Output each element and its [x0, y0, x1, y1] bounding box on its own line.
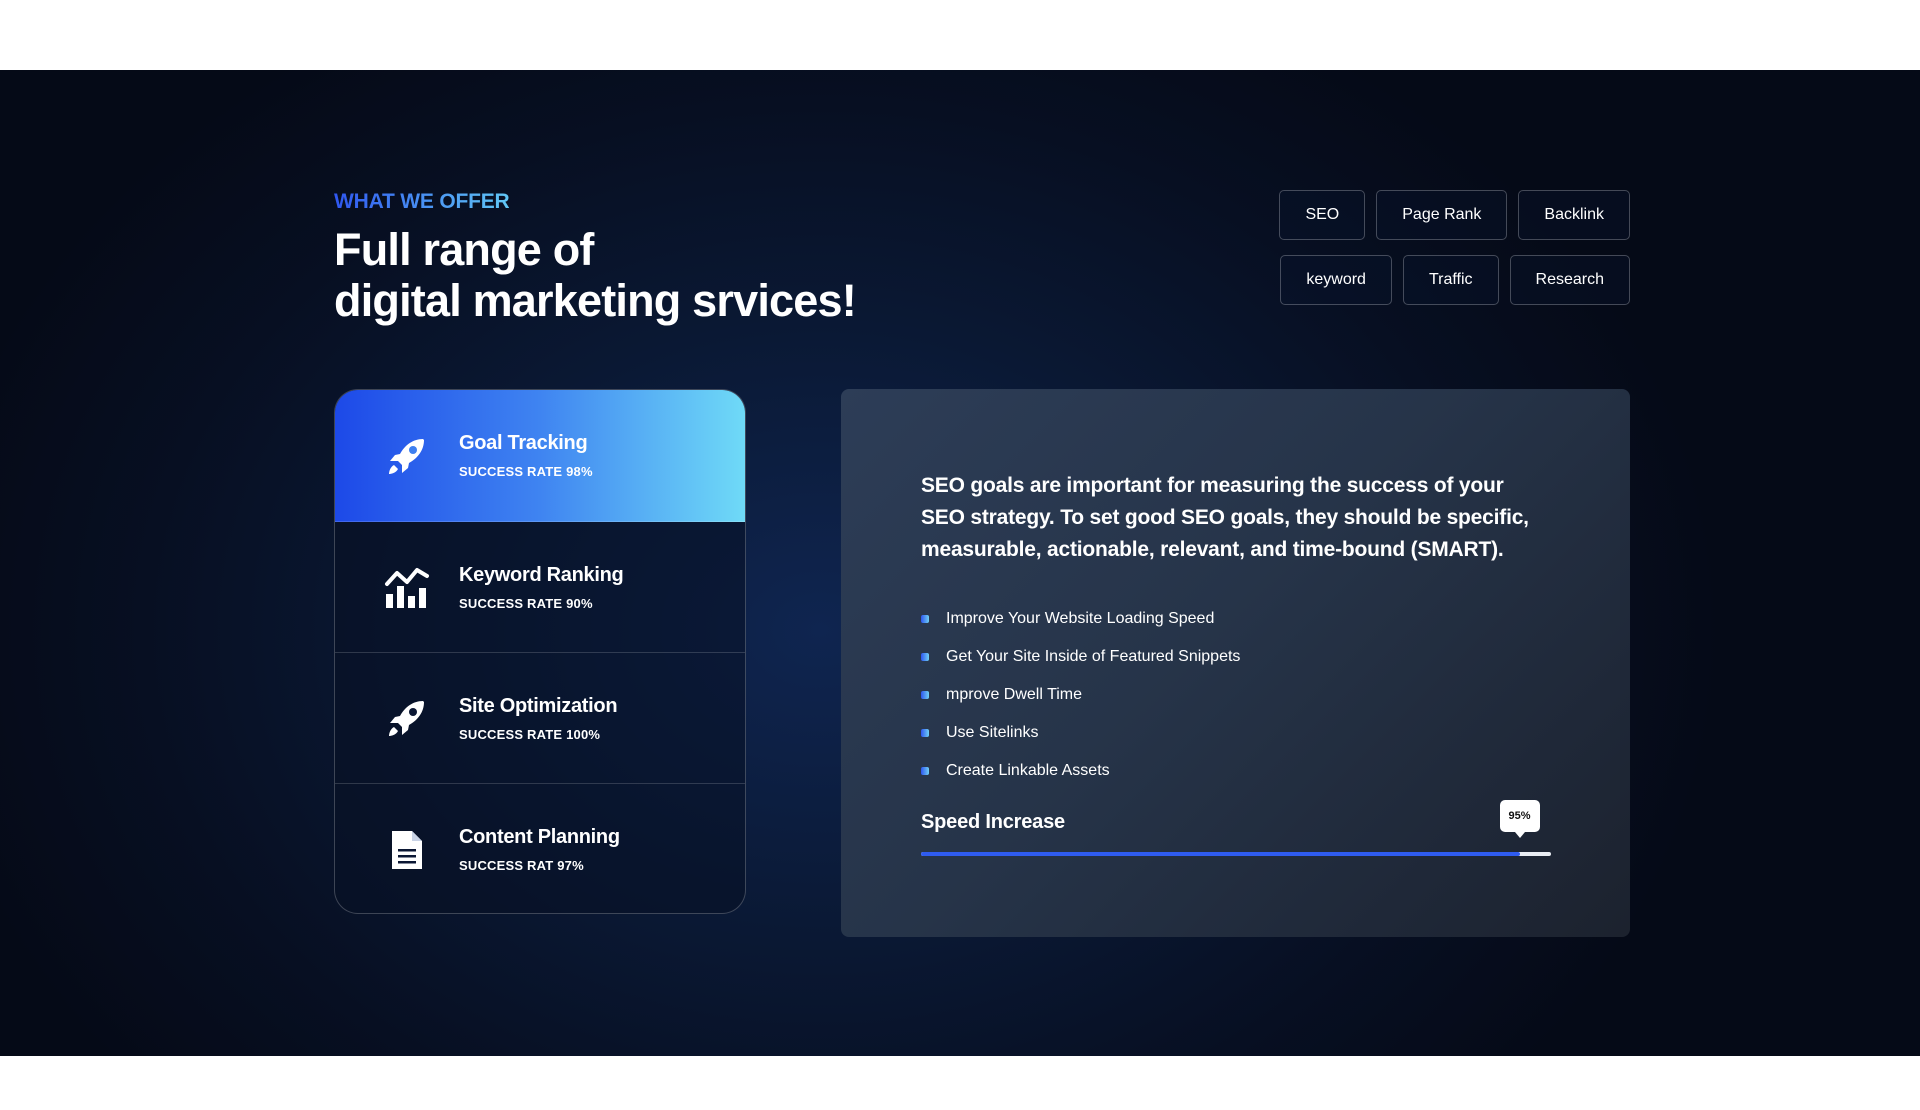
list-item: Get Your Site Inside of Featured Snippet…	[921, 638, 1240, 676]
section-title-line-1: Full range of	[334, 224, 594, 275]
progress-percent-badge: 95%	[1499, 800, 1540, 838]
service-title: Site Optimization	[459, 694, 618, 717]
list-item-label: Improve Your Website Loading Speed	[946, 610, 1215, 627]
bullet-icon	[921, 767, 929, 775]
list-item: mprove Dwell Time	[921, 676, 1240, 714]
list-item: Use Sitelinks	[921, 714, 1240, 752]
bullet-icon	[921, 653, 929, 661]
progress-track: 95%	[921, 800, 1551, 856]
service-title: Goal Tracking	[459, 432, 588, 454]
tag-traffic[interactable]: Traffic	[1402, 255, 1499, 305]
list-item-label: Create Linkable Assets	[946, 762, 1110, 779]
bullet-icon	[921, 615, 929, 623]
list-item: Improve Your Website Loading Speed	[921, 600, 1240, 638]
tag-page-rank[interactable]: Page Rank	[1376, 190, 1508, 240]
tag-row-2: keyword Traffic Research	[1260, 255, 1630, 305]
bullet-icon	[921, 729, 929, 737]
section-title: Full range of digital marketing srvices!	[334, 224, 894, 326]
service-rate: SUCCESS RAT 97%	[459, 858, 584, 873]
tag-backlink[interactable]: Backlink	[1518, 190, 1630, 240]
tag-keyword[interactable]: keyword	[1280, 255, 1392, 305]
section-eyebrow: WHAT WE OFFER	[334, 190, 510, 213]
service-tab-site-optimization[interactable]: Site Optimization SUCCESS RATE 100%	[335, 653, 745, 784]
service-tabs: Goal Tracking SUCCESS RATE 98% Keyword R…	[334, 389, 746, 914]
tag-row-1: SEO Page Rank Backlink	[1260, 190, 1630, 240]
service-description: SEO goals are important for measuring th…	[921, 474, 1529, 561]
service-detail-panel: SEO goals are important for measuring th…	[841, 389, 1630, 937]
list-item: Create Linkable Assets	[921, 752, 1240, 790]
tag-cloud: SEO Page Rank Backlink keyword Traffic R…	[1260, 190, 1630, 320]
document-icon	[383, 826, 431, 874]
list-item-label: mprove Dwell Time	[946, 686, 1083, 703]
services-section: WHAT WE OFFER Full range of digital mark…	[0, 70, 1920, 1056]
service-tab-goal-tracking[interactable]: Goal Tracking SUCCESS RATE 98%	[335, 390, 745, 522]
bullet-icon	[921, 691, 929, 699]
progress-label: Speed Increase	[921, 811, 1065, 833]
service-rate: SUCCESS RATE 100%	[459, 726, 601, 742]
rocket-icon	[383, 694, 431, 742]
progress-fill	[921, 852, 1520, 856]
tag-seo[interactable]: SEO	[1279, 190, 1366, 240]
feature-list: Improve Your Website Loading Speed Get Y…	[921, 600, 1240, 790]
rocket-icon	[383, 432, 431, 480]
service-rate: SUCCESS RATE 90%	[459, 595, 593, 611]
list-item-label: Get Your Site Inside of Featured Snippet…	[946, 648, 1241, 665]
service-tab-content-planning[interactable]: Content Planning SUCCESS RAT 97%	[335, 784, 745, 913]
list-item-label: Use Sitelinks	[946, 724, 1039, 741]
section-title-line-2: digital marketing srvices!	[334, 275, 857, 326]
service-tab-keyword-ranking[interactable]: Keyword Ranking SUCCESS RATE 90%	[335, 522, 745, 653]
tag-research[interactable]: Research	[1509, 255, 1630, 305]
service-rate: SUCCESS RATE 98%	[459, 464, 593, 479]
service-title: Keyword Ranking	[459, 563, 624, 586]
service-title: Content Planning	[459, 826, 620, 848]
bar-chart-icon	[383, 563, 431, 611]
